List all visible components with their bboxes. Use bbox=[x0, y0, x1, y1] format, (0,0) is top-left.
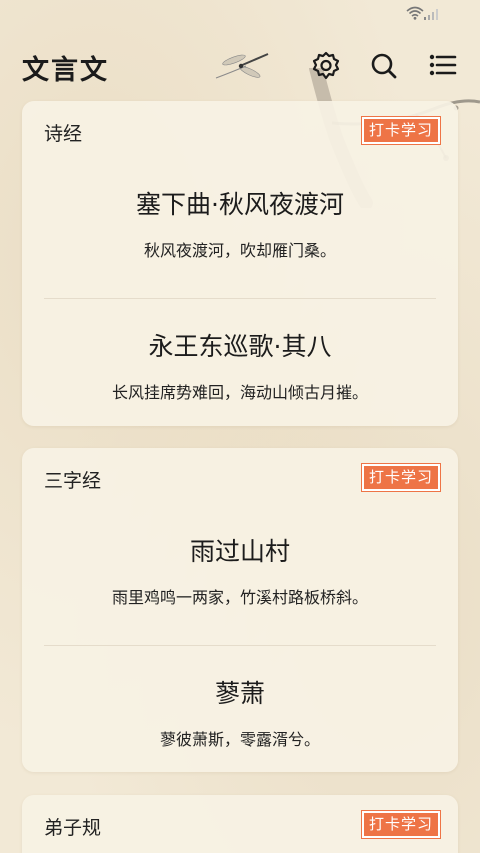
menu-button[interactable] bbox=[427, 50, 459, 82]
poem-line: 雨里鸡鸣一两家，竹溪村路板桥斜。 bbox=[111, 588, 368, 607]
search-icon bbox=[371, 53, 397, 79]
search-button[interactable] bbox=[368, 50, 400, 82]
poem-item[interactable]: 蓼萧 蓼彼萧斯，零露湑兮。 bbox=[22, 674, 458, 750]
section-title: 诗经 bbox=[44, 123, 83, 145]
menu-list-icon bbox=[429, 54, 457, 76]
divider bbox=[44, 298, 436, 299]
poem-item[interactable]: 雨过山村 雨里鸡鸣一两家，竹溪村路板桥斜。 bbox=[22, 532, 458, 608]
app-header: 文言文 bbox=[0, 36, 480, 208]
settings-icon bbox=[312, 51, 340, 80]
poem-title: 塞下曲·秋风夜渡河 bbox=[136, 190, 344, 219]
poem-line: 长风挂席势难回，海动山倾古月摧。 bbox=[111, 383, 368, 402]
dragonfly-decoration-icon bbox=[215, 53, 269, 79]
checkin-button[interactable]: 打卡学习 bbox=[361, 810, 441, 839]
poem-title: 永王东巡歌·其八 bbox=[148, 332, 332, 361]
settings-button[interactable] bbox=[310, 50, 342, 82]
divider bbox=[44, 645, 436, 646]
poem-line: 秋风夜渡河，吹却雁门桑。 bbox=[143, 241, 336, 260]
app-screen: 文言文 诗经 打卡学习 塞下曲·秋风夜渡河 秋风夜渡河，吹却雁门桑。 永王东巡歌… bbox=[0, 0, 480, 853]
wifi-icon bbox=[406, 6, 424, 20]
checkin-button[interactable]: 打卡学习 bbox=[361, 463, 441, 492]
poem-title: 蓼萧 bbox=[214, 679, 265, 708]
poem-title: 雨过山村 bbox=[189, 537, 290, 566]
poem-item[interactable]: 永王东巡歌·其八 长风挂席势难回，海动山倾古月摧。 bbox=[22, 327, 458, 403]
section-title: 弟子规 bbox=[44, 817, 102, 839]
signal-icon bbox=[424, 9, 438, 20]
checkin-button[interactable]: 打卡学习 bbox=[361, 116, 441, 145]
status-bar bbox=[0, 0, 480, 30]
section-card-sanzijing: 三字经 打卡学习 雨过山村 雨里鸡鸣一两家，竹溪村路板桥斜。 蓼萧 蓼彼萧斯，零… bbox=[22, 448, 458, 772]
poem-item[interactable]: 塞下曲·秋风夜渡河 秋风夜渡河，吹却雁门桑。 bbox=[22, 185, 458, 261]
poem-line: 蓼彼萧斯，零露湑兮。 bbox=[159, 730, 320, 749]
app-title: 文言文 bbox=[22, 55, 109, 86]
section-card-shijing: 诗经 打卡学习 塞下曲·秋风夜渡河 秋风夜渡河，吹却雁门桑。 永王东巡歌·其八 … bbox=[22, 101, 458, 426]
section-card-dizigui: 弟子规 打卡学习 bbox=[22, 795, 458, 853]
section-title: 三字经 bbox=[44, 470, 102, 492]
